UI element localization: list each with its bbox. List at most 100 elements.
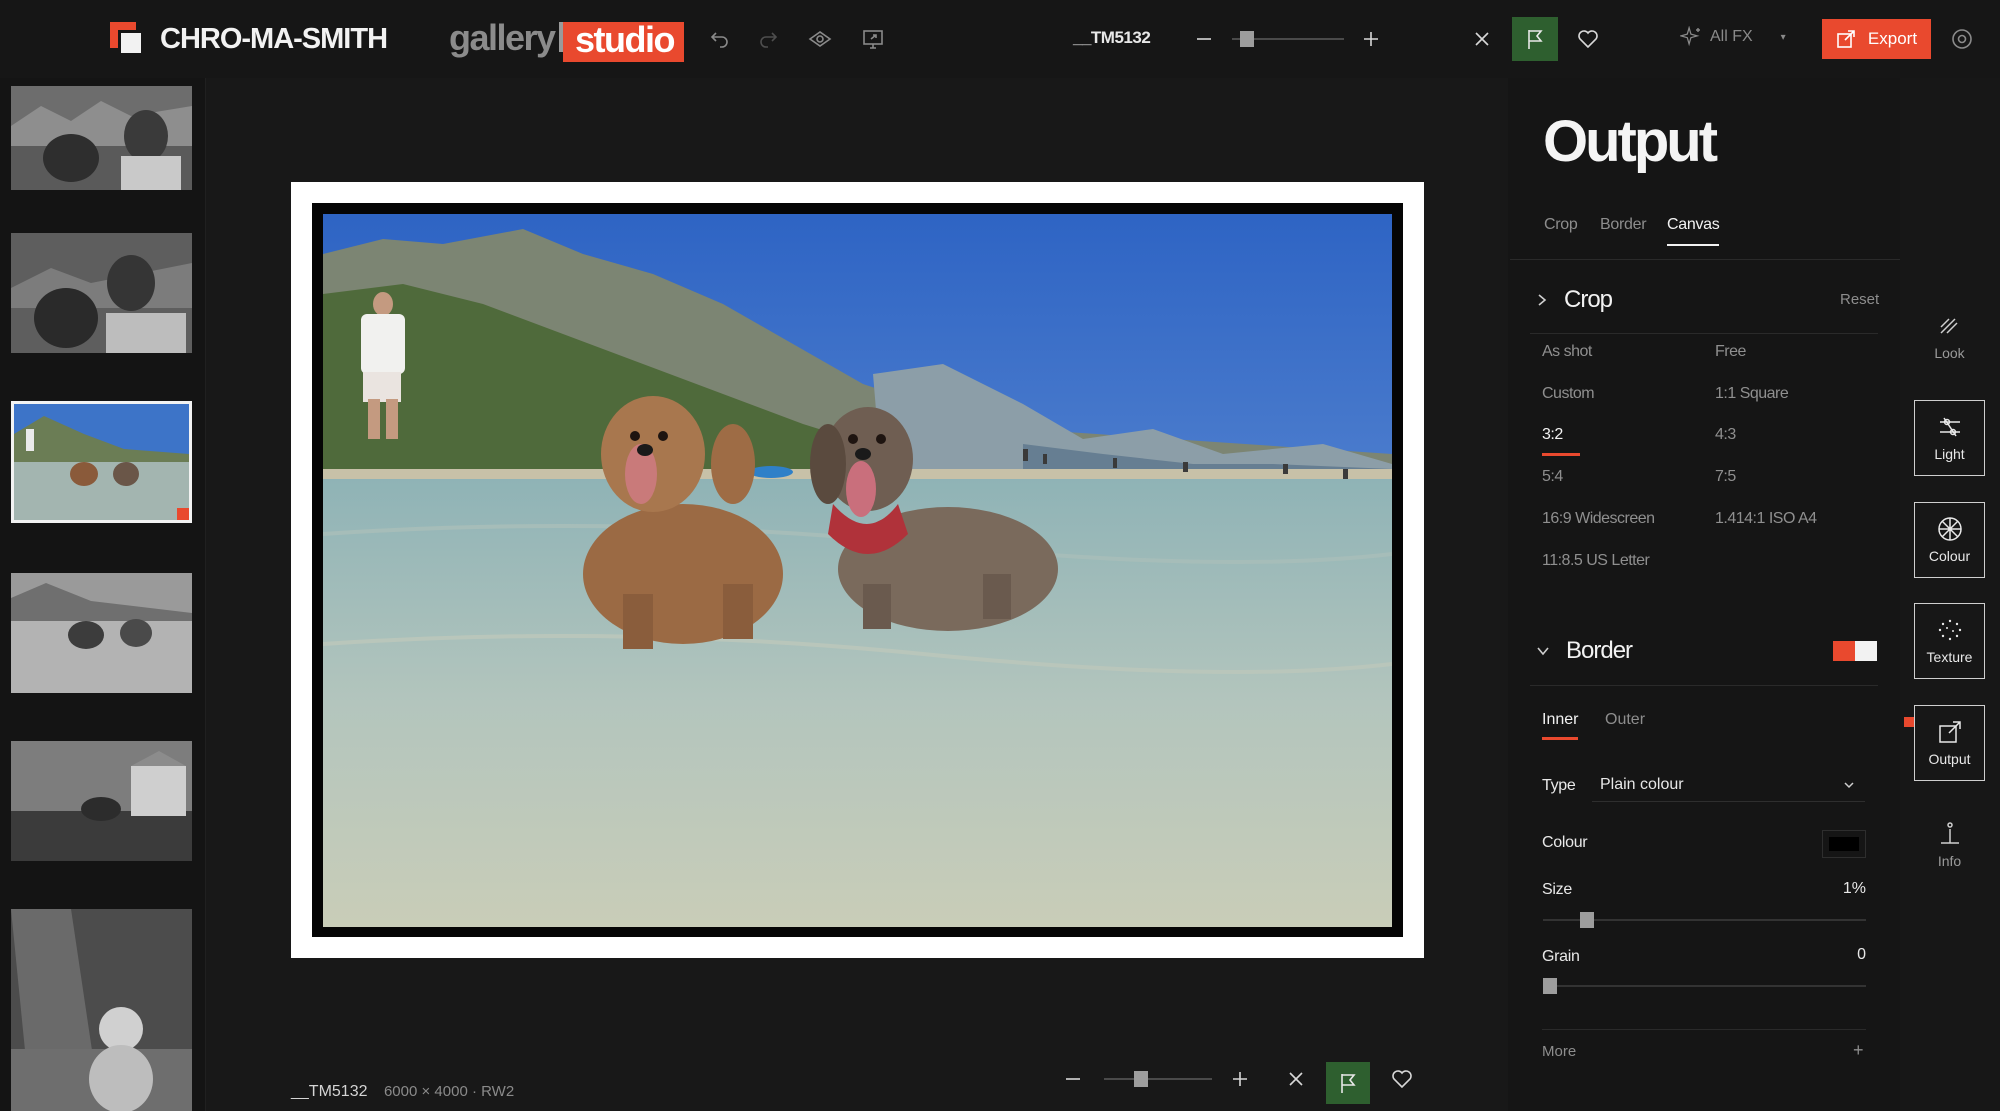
crop-option-custom[interactable]: Custom: [1542, 385, 1595, 403]
preview-eye-icon[interactable]: [803, 22, 837, 56]
bottom-zoom-out-icon[interactable]: [1056, 1062, 1090, 1096]
border-section-title: Border: [1566, 637, 1633, 664]
info-icon: [1940, 822, 1959, 844]
thumbnail-4[interactable]: [11, 573, 192, 693]
colour-icon: [1937, 517, 1962, 541]
filmstrip: [0, 78, 206, 1111]
undo-icon[interactable]: [703, 22, 737, 56]
image-info-footer: __TM5132 6000 × 4000 · RW2: [291, 1083, 514, 1101]
light-icon: [1939, 417, 1960, 437]
size-slider[interactable]: [1543, 910, 1866, 930]
all-fx-dropdown-icon[interactable]: ▾: [1781, 32, 1786, 43]
rail-colour-label: Colour: [1928, 548, 1971, 564]
select-chevron-down-icon: [1844, 782, 1854, 789]
type-label: Type: [1542, 777, 1576, 794]
crop-option-5-4[interactable]: 5:4: [1542, 468, 1563, 486]
more-plus-icon[interactable]: +: [1853, 1040, 1864, 1061]
rail-light-label: Light: [1934, 446, 1965, 462]
sparkle-icon: [1680, 26, 1700, 47]
grain-slider-thumb[interactable]: [1543, 978, 1557, 994]
border-preview-swatch[interactable]: [1833, 641, 1877, 661]
thumbnail-6[interactable]: [11, 909, 192, 1111]
crop-section-header[interactable]: Crop: [1536, 286, 1613, 314]
export-icon: [1837, 30, 1855, 48]
present-screen-icon[interactable]: [856, 22, 890, 56]
active-rail-marker: [1904, 717, 1914, 727]
app-logo: CHRO-MA-SMITH: [110, 22, 388, 56]
more-divider: [1542, 1029, 1866, 1030]
footer-dimensions: 6000 × 4000 · RW2: [383, 1083, 515, 1100]
rail-colour[interactable]: Colour: [1914, 502, 1985, 578]
crop-reset-button[interactable]: Reset: [1840, 291, 1879, 308]
bottom-flag-button[interactable]: [1326, 1062, 1370, 1104]
tab-crop[interactable]: Crop: [1544, 216, 1578, 234]
crop-option-as-shot[interactable]: As shot: [1542, 343, 1592, 361]
bottom-zoom-in-icon[interactable]: [1223, 1062, 1257, 1096]
bottom-zoom-slider-thumb[interactable]: [1134, 1071, 1148, 1087]
logo-mark-icon: [110, 22, 144, 56]
main-photo[interactable]: [323, 214, 1392, 927]
crop-option-us-letter[interactable]: 11:8.5 US Letter: [1542, 552, 1650, 570]
flag-button[interactable]: [1512, 17, 1558, 61]
zoom-slider-thumb[interactable]: [1240, 31, 1254, 47]
tab-canvas[interactable]: Canvas: [1667, 216, 1720, 246]
gallery-mode-button[interactable]: gallery: [449, 17, 556, 59]
border-colour-swatch[interactable]: [1822, 830, 1866, 858]
thumbnail-5[interactable]: [11, 741, 192, 861]
size-slider-thumb[interactable]: [1580, 912, 1594, 928]
crop-option-iso-a4[interactable]: 1.414:1 ISO A4: [1715, 510, 1817, 528]
grain-value: 0: [1857, 946, 1866, 963]
output-icon: [1938, 721, 1961, 743]
top-toolbar: CHRO-MA-SMITH gallery studio __TM5132 Al…: [0, 0, 2000, 78]
settings-icon[interactable]: [1945, 22, 1979, 56]
size-label: Size: [1542, 881, 1572, 898]
all-fx-button[interactable]: All FX ▾: [1680, 26, 1786, 48]
bottom-flag-icon: [1341, 1074, 1356, 1093]
reject-x-icon[interactable]: [1465, 22, 1499, 56]
grain-slider[interactable]: [1543, 976, 1866, 996]
studio-mode-button[interactable]: studio: [559, 22, 684, 62]
subtab-outer[interactable]: Outer: [1605, 711, 1645, 729]
rail-output[interactable]: Output: [1914, 705, 1985, 781]
rail-look[interactable]: Look: [1914, 299, 1985, 375]
thumbnail-1[interactable]: [11, 86, 192, 190]
bottom-favorite-heart-icon[interactable]: [1385, 1062, 1419, 1096]
rail-look-label: Look: [1934, 345, 1965, 361]
zoom-out-icon[interactable]: [1187, 22, 1221, 56]
tabs-divider: [1510, 259, 1900, 260]
thumbnail-3-selected[interactable]: [11, 401, 192, 523]
zoom-slider[interactable]: [1232, 22, 1344, 56]
rail-texture[interactable]: Texture: [1914, 603, 1985, 679]
more-label[interactable]: More: [1542, 1043, 1576, 1060]
crop-option-4-3[interactable]: 4:3: [1715, 426, 1736, 444]
brand-name: CHRO-MA-SMITH: [160, 22, 388, 55]
bottom-reject-x-icon[interactable]: [1279, 1062, 1313, 1096]
subtab-inner[interactable]: Inner: [1542, 711, 1579, 740]
border-section-header[interactable]: Border: [1536, 637, 1633, 665]
tab-border[interactable]: Border: [1600, 216, 1647, 234]
crop-option-free[interactable]: Free: [1715, 343, 1746, 361]
rail-info[interactable]: Info: [1914, 807, 1985, 883]
redo-icon[interactable]: [751, 22, 785, 56]
export-button[interactable]: Export: [1822, 19, 1931, 59]
crop-option-3-2[interactable]: 3:2: [1542, 426, 1580, 456]
bottom-zoom-slider[interactable]: [1104, 1062, 1212, 1096]
border-type-select[interactable]: Plain colour: [1592, 772, 1865, 802]
rail-output-label: Output: [1928, 751, 1971, 767]
crop-option-16-9[interactable]: 16:9 Widescreen: [1542, 510, 1655, 528]
export-label: Export: [1867, 29, 1918, 48]
all-fx-label: All FX: [1710, 28, 1753, 45]
zoom-in-icon[interactable]: [1354, 22, 1388, 56]
rail-light[interactable]: Light: [1914, 400, 1985, 476]
border-divider: [1530, 685, 1878, 686]
crop-option-7-5[interactable]: 7:5: [1715, 468, 1736, 486]
footer-filename: __TM5132: [291, 1083, 368, 1100]
favorite-heart-icon[interactable]: [1571, 22, 1605, 56]
texture-icon: [1938, 619, 1961, 641]
flag-icon: [1528, 30, 1543, 49]
rail-texture-label: Texture: [1926, 649, 1973, 665]
look-icon: [1939, 318, 1958, 334]
crop-option-1-1-square[interactable]: 1:1 Square: [1715, 385, 1789, 403]
grain-label: Grain: [1542, 948, 1580, 965]
thumbnail-2[interactable]: [11, 233, 192, 353]
